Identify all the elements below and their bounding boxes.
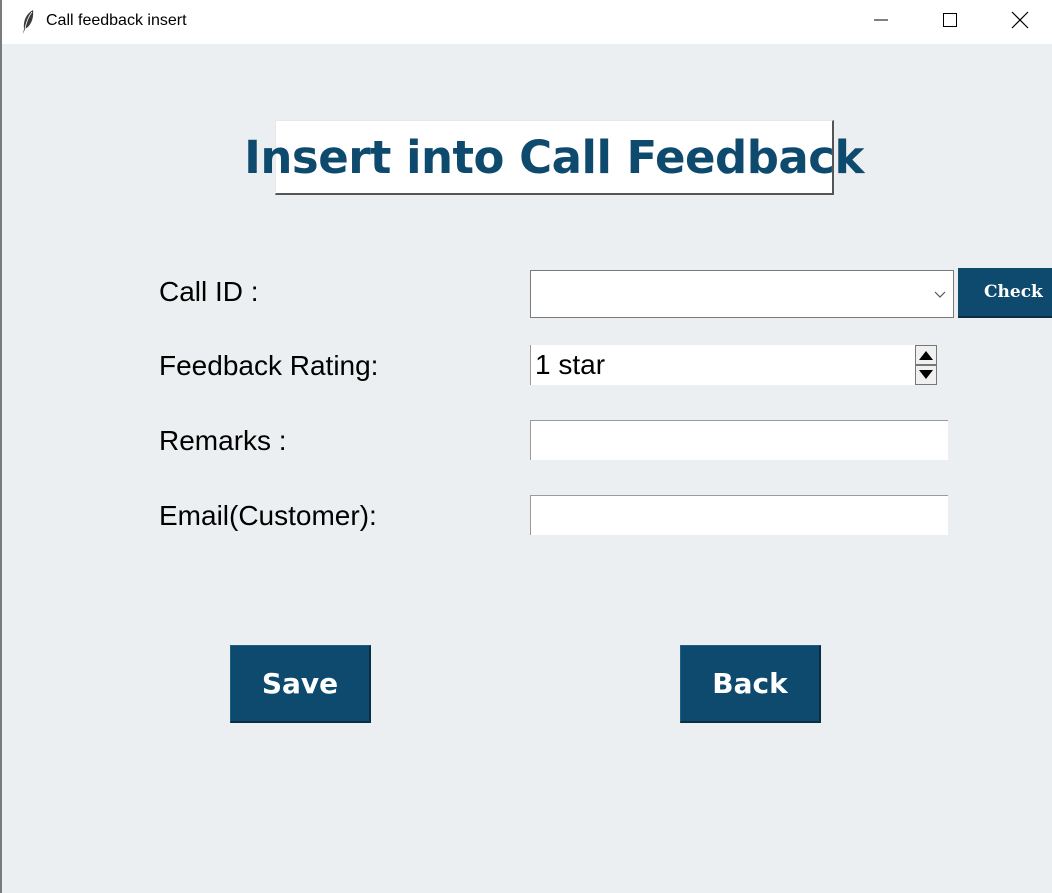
check-button[interactable]: Check	[958, 268, 1052, 318]
app-window: Call feedback insert Insert into Call Fe…	[0, 0, 1052, 893]
maximize-button[interactable]	[915, 0, 985, 44]
feedback-rating-value: 1 star	[535, 349, 606, 380]
call-id-combobox[interactable]	[530, 270, 954, 318]
back-button[interactable]: Back	[680, 645, 821, 723]
close-button[interactable]	[985, 0, 1052, 44]
feather-icon	[20, 9, 36, 35]
remarks-field[interactable]	[530, 420, 948, 460]
title-bar[interactable]: Call feedback insert	[2, 0, 1052, 44]
call-id-label: Call ID :	[159, 276, 259, 307]
save-button[interactable]: Save	[230, 645, 371, 723]
page-heading: Insert into Call Feedback	[244, 120, 864, 195]
chevron-down-icon[interactable]	[933, 287, 947, 301]
feedback-rating-spinbox[interactable]: 1 star	[530, 345, 937, 385]
email-label: Email(Customer):	[159, 500, 377, 531]
spinbox-arrows[interactable]	[915, 345, 937, 385]
close-icon	[1011, 11, 1029, 34]
minimize-button[interactable]	[846, 0, 916, 44]
email-field[interactable]	[530, 495, 948, 535]
page-title: Insert into Call Feedback	[244, 130, 864, 184]
maximize-icon	[942, 12, 958, 33]
feedback-rating-label: Feedback Rating:	[159, 350, 379, 381]
minimize-icon	[873, 12, 889, 33]
window-title: Call feedback insert	[46, 12, 187, 29]
remarks-label: Remarks :	[159, 425, 287, 456]
